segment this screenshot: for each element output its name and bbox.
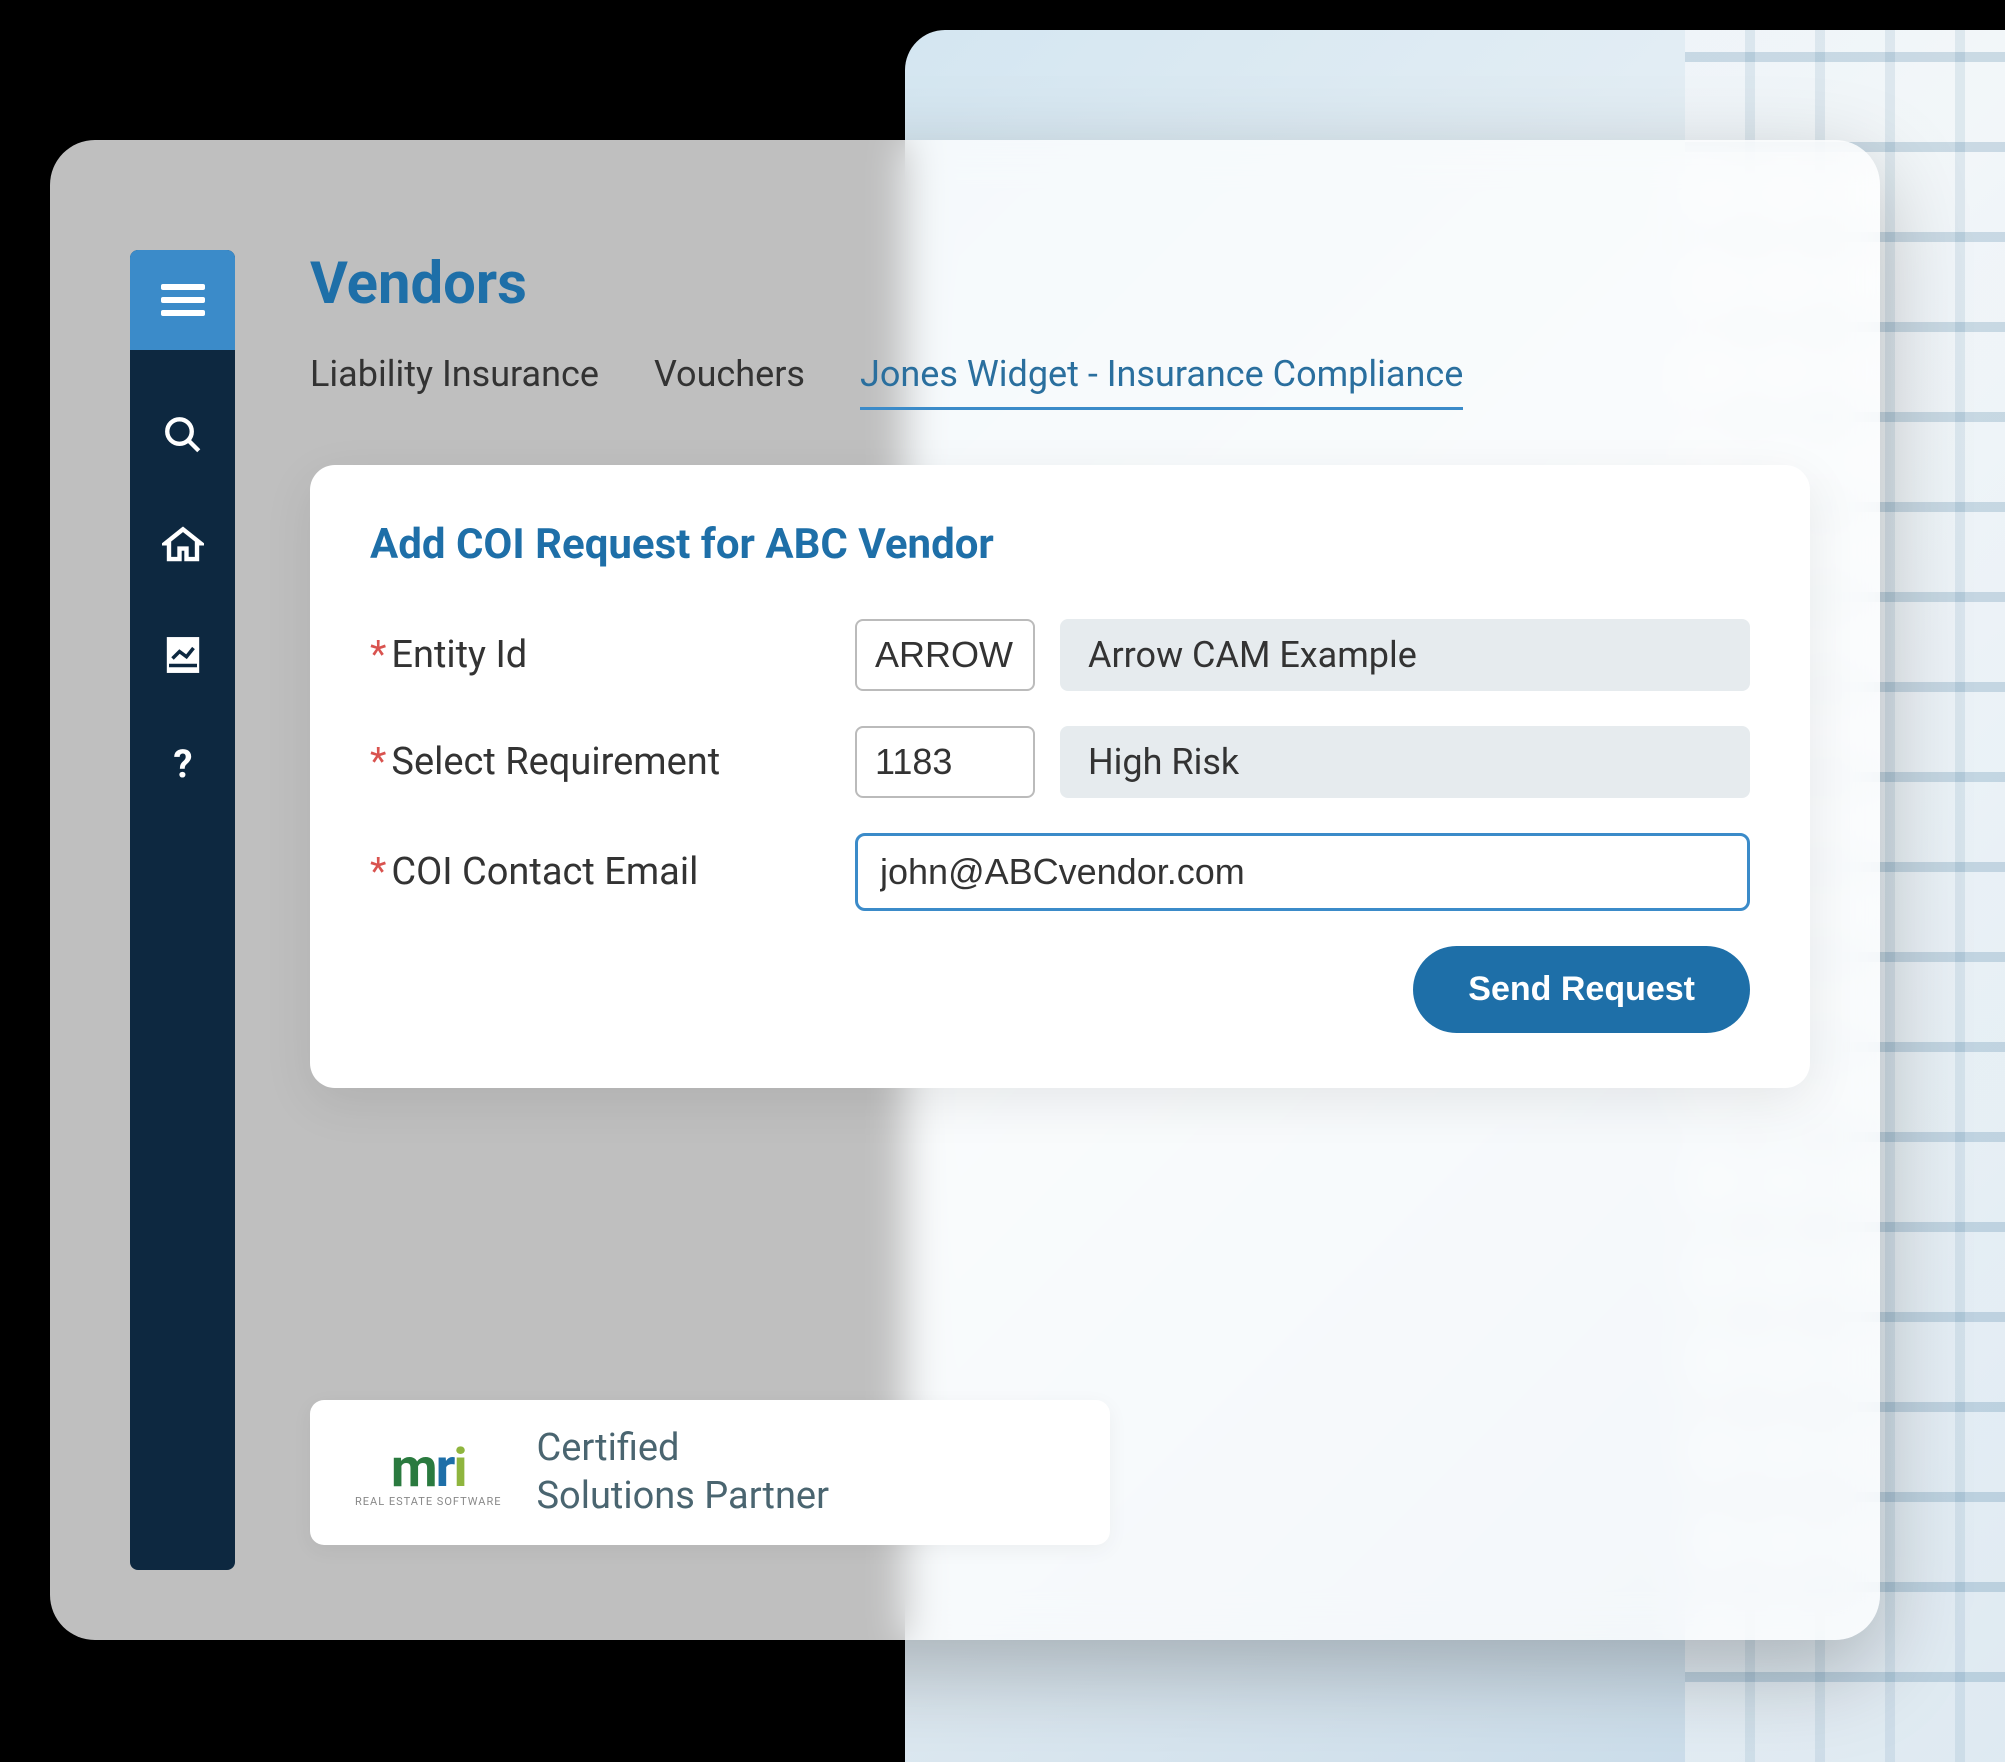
menu-icon — [159, 280, 207, 320]
required-asterisk: * — [370, 740, 386, 784]
mri-logo-text: mri — [391, 1437, 466, 1500]
svg-text:?: ? — [173, 744, 192, 786]
requirement-description: High Risk — [1060, 726, 1750, 798]
button-row: Send Request — [370, 946, 1750, 1033]
email-row: *COI Contact Email — [370, 833, 1750, 911]
main-panel: ? Vendors Liability Insurance Vouchers J… — [50, 140, 1880, 1640]
partner-badge: mri REAL ESTATE SOFTWARE Certified Solut… — [310, 1400, 1110, 1545]
tab-jones-widget[interactable]: Jones Widget - Insurance Compliance — [860, 353, 1463, 410]
coi-email-input[interactable] — [855, 833, 1750, 911]
hamburger-menu-button[interactable] — [130, 250, 235, 350]
required-asterisk: * — [370, 633, 386, 677]
entity-id-label: *Entity Id — [370, 633, 830, 677]
coi-request-card: Add COI Request for ABC Vendor *Entity I… — [310, 465, 1810, 1088]
nav-home[interactable] — [158, 520, 208, 570]
tab-vouchers[interactable]: Vouchers — [654, 353, 805, 407]
mri-logo-subtitle: REAL ESTATE SOFTWARE — [355, 1495, 501, 1508]
entity-id-description: Arrow CAM Example — [1060, 619, 1750, 691]
nav-reports[interactable] — [158, 630, 208, 680]
home-icon — [162, 524, 204, 566]
required-asterisk: * — [370, 850, 386, 894]
report-icon — [162, 634, 204, 676]
requirement-label: *Select Requirement — [370, 740, 830, 784]
email-label: *COI Contact Email — [370, 850, 830, 894]
card-title: Add COI Request for ABC Vendor — [370, 520, 1750, 569]
requirement-row: *Select Requirement High Risk — [370, 726, 1750, 798]
entity-id-row: *Entity Id Arrow CAM Example — [370, 619, 1750, 691]
nav-search[interactable] — [158, 410, 208, 460]
entity-id-input[interactable] — [855, 619, 1035, 691]
mri-logo: mri REAL ESTATE SOFTWARE — [355, 1437, 501, 1508]
send-request-button[interactable]: Send Request — [1413, 946, 1750, 1033]
tab-bar: Liability Insurance Vouchers Jones Widge… — [310, 353, 1860, 410]
help-icon: ? — [162, 744, 204, 786]
nav-help[interactable]: ? — [158, 740, 208, 790]
partner-text: Certified Solutions Partner — [536, 1425, 828, 1520]
content-area: Vendors Liability Insurance Vouchers Jon… — [310, 250, 1860, 1088]
search-icon — [162, 414, 204, 456]
tab-liability-insurance[interactable]: Liability Insurance — [310, 353, 599, 407]
sidebar-nav: ? — [130, 250, 235, 1570]
page-title: Vendors — [310, 250, 1860, 318]
requirement-input[interactable] — [855, 726, 1035, 798]
